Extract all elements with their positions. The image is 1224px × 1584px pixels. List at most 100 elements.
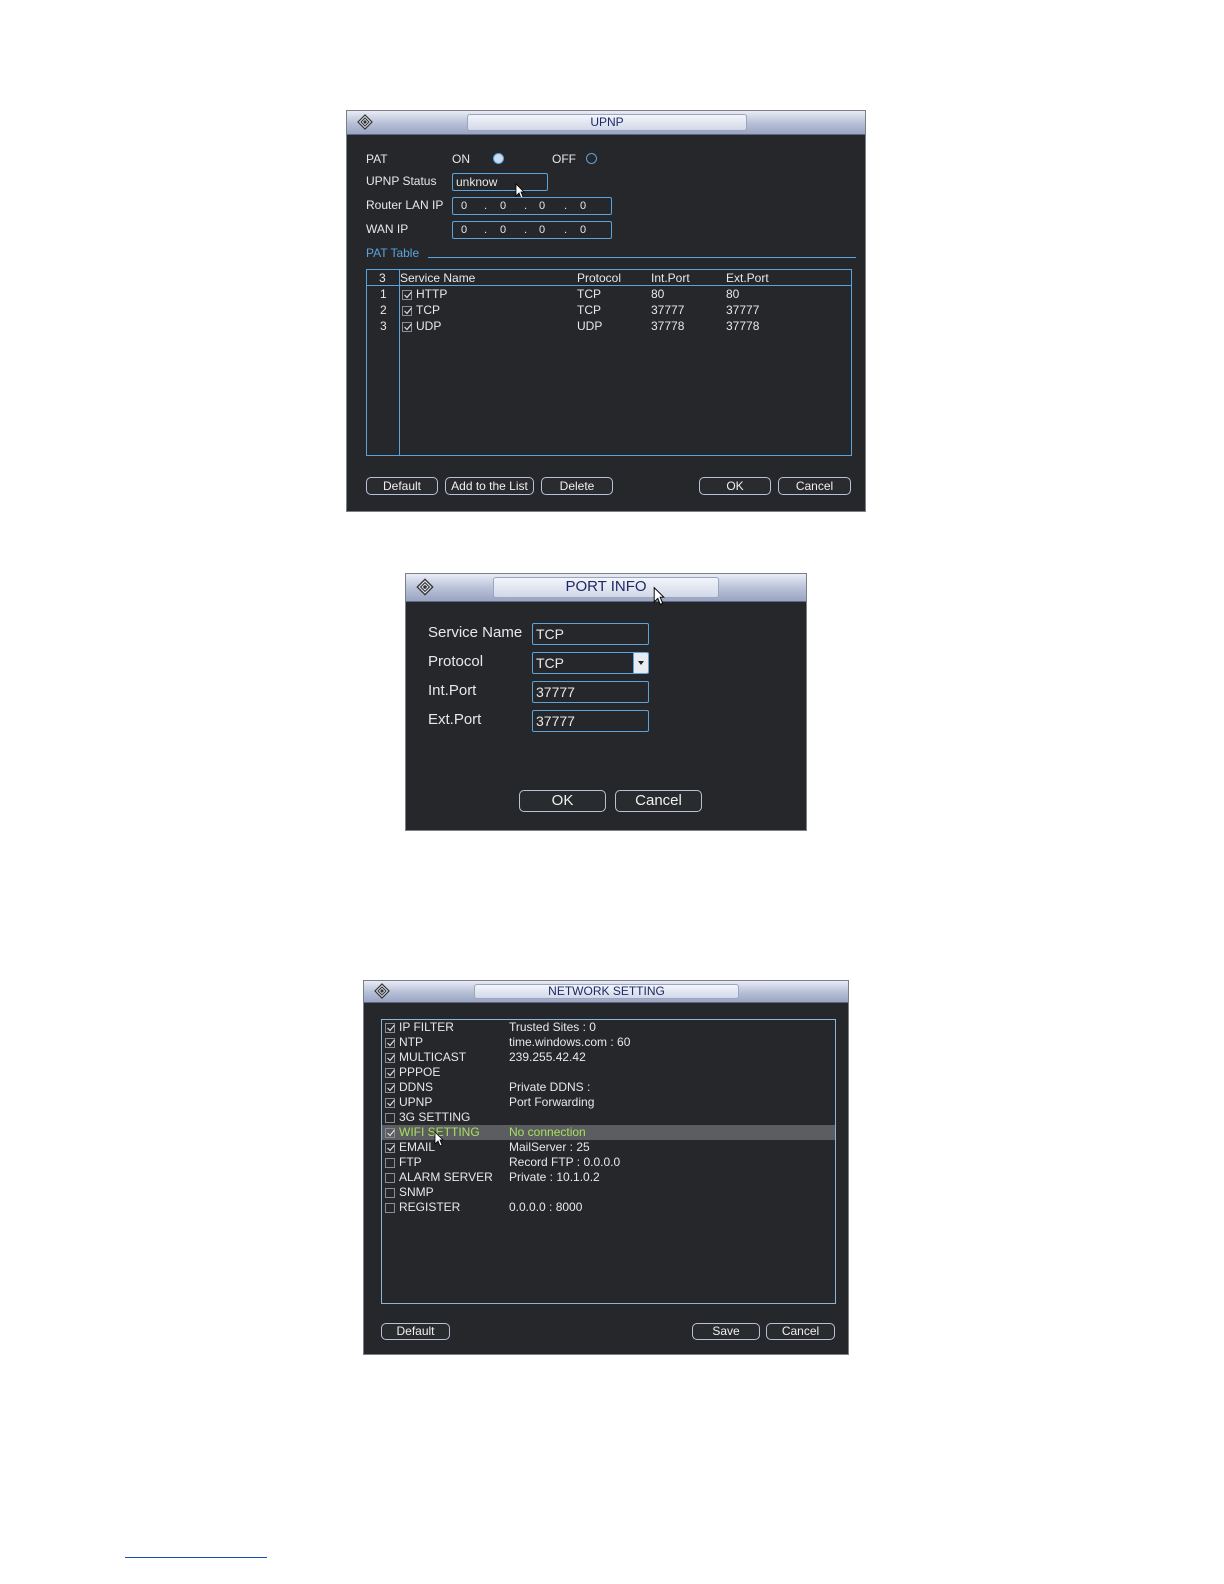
network-titlebar: NETWORK SETTING xyxy=(364,981,848,1003)
service-name-field[interactable]: TCP xyxy=(532,623,649,645)
item-name: FTP xyxy=(399,1155,422,1169)
list-item[interactable]: REGISTER 0.0.0.0 : 8000 xyxy=(382,1200,835,1215)
cancel-button[interactable]: Cancel xyxy=(778,477,851,495)
row-checkbox[interactable] xyxy=(402,290,412,300)
item-checkbox[interactable] xyxy=(385,1203,395,1213)
item-name: NTP xyxy=(399,1035,423,1049)
item-value: time.windows.com : 60 xyxy=(509,1035,631,1049)
item-checkbox[interactable] xyxy=(385,1158,395,1168)
default-button[interactable]: Default xyxy=(381,1323,450,1340)
list-item[interactable]: WIFI SETTING No connection xyxy=(382,1125,835,1147)
item-value: Private : 10.1.0.2 xyxy=(509,1170,600,1184)
ok-button[interactable]: OK xyxy=(699,477,771,495)
list-item[interactable]: SNMP xyxy=(382,1185,835,1200)
item-checkbox[interactable] xyxy=(385,1173,395,1183)
list-item[interactable]: ALARM SERVER Private : 10.1.0.2 xyxy=(382,1170,835,1185)
upnp-status-field: unknow xyxy=(452,173,548,191)
int-port-label: Int.Port xyxy=(428,682,477,699)
item-name: ALARM SERVER xyxy=(399,1170,493,1184)
list-item[interactable]: IP FILTER Trusted Sites : 0 xyxy=(382,1020,835,1035)
item-checkbox[interactable] xyxy=(385,1053,395,1063)
pat-table: 3 Service Name Protocol Int.Port Ext.Por… xyxy=(366,269,852,456)
upnp-window: UPNP PAT ON OFF UPNP Status unknow Route… xyxy=(346,110,866,512)
list-item[interactable]: EMAIL MailServer : 25 xyxy=(382,1140,835,1155)
pat-table-label: PAT Table xyxy=(366,246,420,260)
router-lan-ip-field[interactable]: 0 . 0 . 0 . 0 xyxy=(452,197,612,215)
mouse-cursor-icon xyxy=(653,586,665,606)
table-row[interactable]: 1 HTTP TCP 80 80 xyxy=(367,287,851,303)
service-name-label: Service Name xyxy=(428,624,523,641)
ok-button[interactable]: OK xyxy=(519,790,606,812)
router-lan-ip-label: Router LAN IP xyxy=(366,198,444,212)
row-checkbox[interactable] xyxy=(402,322,412,332)
col-header-ext-port: Ext.Port xyxy=(726,271,769,285)
save-button[interactable]: Save xyxy=(692,1323,760,1340)
item-name: EMAIL xyxy=(399,1140,436,1154)
item-checkbox[interactable] xyxy=(385,1068,395,1078)
port-info-title: PORT INFO xyxy=(493,577,719,598)
table-count: 3 xyxy=(379,271,386,285)
item-name: MULTICAST xyxy=(399,1050,467,1064)
pat-table-rule xyxy=(428,257,856,258)
table-header-rule xyxy=(367,285,851,286)
item-checkbox[interactable] xyxy=(385,1023,395,1033)
delete-button[interactable]: Delete xyxy=(541,477,613,495)
table-row[interactable]: 3 UDP UDP 37778 37778 xyxy=(367,319,851,335)
app-logo-icon xyxy=(414,577,436,602)
upnp-titlebar: UPNP xyxy=(347,111,865,135)
port-info-titlebar: PORT INFO xyxy=(406,574,806,602)
int-port-field[interactable]: 37777 xyxy=(532,681,649,703)
item-value: 239.255.42.42 xyxy=(509,1050,586,1064)
list-item[interactable]: FTP Record FTP : 0.0.0.0 xyxy=(382,1155,835,1170)
item-checkbox[interactable] xyxy=(385,1113,395,1123)
list-item[interactable]: DDNS Private DDNS : xyxy=(382,1080,835,1095)
pat-on-radio[interactable] xyxy=(493,153,504,164)
item-name: SNMP xyxy=(399,1185,434,1199)
col-header-int-port: Int.Port xyxy=(651,271,690,285)
item-checkbox[interactable] xyxy=(385,1128,395,1138)
item-checkbox[interactable] xyxy=(385,1038,395,1048)
item-value: Private DDNS : xyxy=(509,1080,591,1094)
item-checkbox[interactable] xyxy=(385,1098,395,1108)
default-button[interactable]: Default xyxy=(366,477,438,495)
list-item[interactable]: 3G SETTING xyxy=(382,1110,835,1125)
item-name: UPNP xyxy=(399,1095,433,1109)
protocol-value: TCP xyxy=(536,655,564,671)
pat-on-label: ON xyxy=(452,152,470,166)
upnp-status-label: UPNP Status xyxy=(366,174,437,188)
row-checkbox[interactable] xyxy=(402,306,412,316)
pat-label: PAT xyxy=(366,152,388,166)
app-logo-icon xyxy=(355,113,375,136)
item-checkbox[interactable] xyxy=(385,1143,395,1153)
list-item[interactable]: NTP time.windows.com : 60 xyxy=(382,1035,835,1050)
upnp-title: UPNP xyxy=(467,114,747,131)
footnote-rule xyxy=(125,1557,267,1558)
item-checkbox[interactable] xyxy=(385,1083,395,1093)
item-name: REGISTER xyxy=(399,1200,461,1214)
pat-off-label: OFF xyxy=(552,152,576,166)
list-item[interactable]: MULTICAST 239.255.42.42 xyxy=(382,1050,835,1065)
protocol-label: Protocol xyxy=(428,653,484,670)
cancel-button[interactable]: Cancel xyxy=(766,1323,835,1340)
cancel-button[interactable]: Cancel xyxy=(615,790,702,812)
list-item[interactable]: PPPOE xyxy=(382,1065,835,1080)
pat-off-radio[interactable] xyxy=(586,153,597,164)
add-to-list-button[interactable]: Add to the List xyxy=(445,477,534,495)
item-value: Record FTP : 0.0.0.0 xyxy=(509,1155,621,1169)
network-setting-window: NETWORK SETTING IP FILTER Trusted Sites :… xyxy=(363,980,849,1355)
col-header-protocol: Protocol xyxy=(577,271,622,285)
network-title: NETWORK SETTING xyxy=(474,984,739,999)
ext-port-label: Ext.Port xyxy=(428,711,482,728)
item-value: MailServer : 25 xyxy=(509,1140,590,1154)
item-checkbox[interactable] xyxy=(385,1188,395,1198)
item-name: IP FILTER xyxy=(399,1020,454,1034)
ext-port-field[interactable]: 37777 xyxy=(532,710,649,732)
table-row[interactable]: 2 TCP TCP 37777 37777 xyxy=(367,303,851,319)
app-logo-icon xyxy=(372,982,392,1005)
protocol-select[interactable]: TCP xyxy=(532,652,649,674)
wan-ip-field[interactable]: 0 . 0 . 0 . 0 xyxy=(452,221,612,239)
wan-ip-label: WAN IP xyxy=(366,222,409,236)
list-item[interactable]: UPNP Port Forwarding xyxy=(382,1095,835,1110)
chevron-down-icon[interactable] xyxy=(633,653,648,673)
port-info-window: PORT INFO Service Name TCP Protocol TCP … xyxy=(405,573,807,831)
